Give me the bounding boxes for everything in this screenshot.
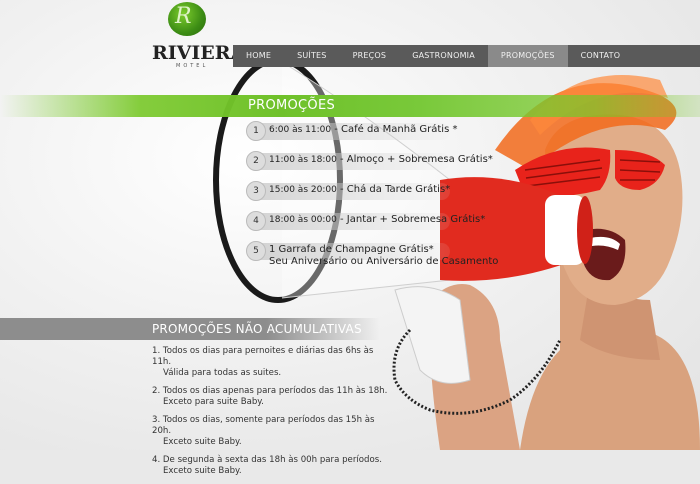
list-item: 1 6:00 às 11:00 - Café da Manhã Grátis * (246, 121, 546, 151)
item-number: 1 (246, 121, 266, 141)
nav-suites[interactable]: SUÍTES (284, 45, 340, 67)
promo-text: 11:00 às 18:00 - Almoço + Sobremesa Grát… (269, 154, 493, 165)
logo-emblem: R (168, 2, 206, 36)
item-number: 3 (246, 181, 266, 201)
list-item: 3 15:00 às 20:00 - Chá da Tarde Grátis* (246, 181, 546, 211)
list-item: 5 1 Garrafa de Champagne Grátis* Seu Ani… (246, 241, 546, 271)
item-number: 5 (246, 241, 266, 261)
list-item: 4 18:00 às 00:00 - Jantar + Sobremesa Gr… (246, 211, 546, 241)
promo-text: 18:00 às 00:00 - Jantar + Sobremesa Grát… (269, 214, 486, 225)
non-cumulative-list: 1. Todos os dias para pernoites e diária… (152, 346, 392, 484)
promo-header-band (0, 95, 700, 117)
main-nav: HOME SUÍTES PREÇOS GASTRONOMIA PROMOÇÕES… (233, 45, 700, 67)
non-cumulative-title: PROMOÇÕES NÃO ACUMULATIVAS (152, 322, 362, 336)
nav-home[interactable]: HOME (233, 45, 284, 67)
nav-promocoes[interactable]: PROMOÇÕES (487, 45, 568, 67)
list-item: 4. De segunda à sexta das 18h às 00h par… (152, 455, 382, 476)
promo-text: 1 Garrafa de Champagne Grátis* (269, 244, 434, 255)
list-item: 1. Todos os dias para pernoites e diária… (152, 346, 374, 378)
nav-contato[interactable]: CONTATO (568, 45, 634, 67)
promo-section-title: PROMOÇÕES (248, 98, 336, 113)
rivieras-logo[interactable]: R RIVIERAS MOTEL (150, 2, 259, 69)
list-item: 2. Todos os dias apenas para períodos da… (152, 386, 388, 407)
item-number: 2 (246, 151, 266, 171)
promo-list: 1 6:00 às 11:00 - Café da Manhã Grátis *… (246, 121, 546, 271)
promo-text: 6:00 às 11:00 - Café da Manhã Grátis * (269, 124, 458, 135)
nav-gastronomia[interactable]: GASTRONOMIA (399, 45, 488, 67)
logo-subtitle: MOTEL (176, 63, 209, 69)
list-item: 3. Todos os dias, somente para períodos … (152, 415, 375, 447)
nav-precos[interactable]: PREÇOS (340, 45, 400, 67)
promo-subtext: Seu Aniversário ou Aniversário de Casame… (269, 256, 499, 267)
item-number: 4 (246, 211, 266, 231)
promo-text: 15:00 às 20:00 - Chá da Tarde Grátis* (269, 184, 451, 195)
list-item: 2 11:00 às 18:00 - Almoço + Sobremesa Gr… (246, 151, 546, 181)
